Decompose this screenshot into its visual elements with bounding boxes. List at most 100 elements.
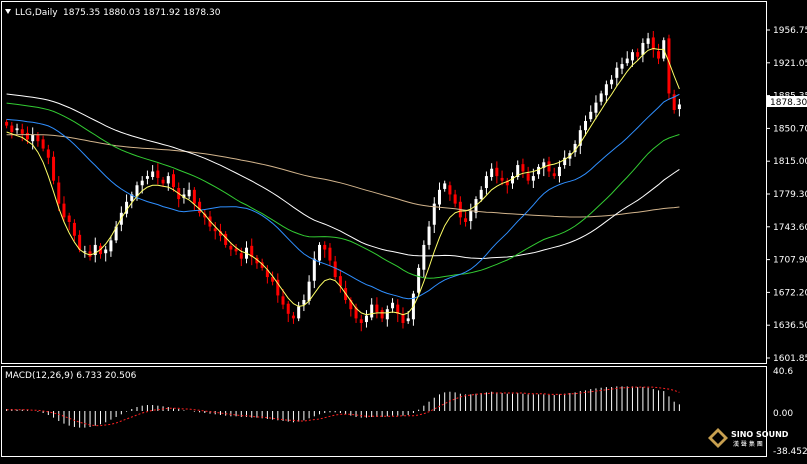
candle — [615, 62, 619, 87]
macd-series — [6, 386, 680, 428]
candle-body — [318, 244, 322, 261]
price-tick-label: 1815.00 — [773, 157, 807, 167]
candle-body — [52, 156, 56, 181]
candle-body — [594, 102, 598, 113]
candle-body — [72, 222, 76, 236]
candle — [547, 156, 551, 177]
candle — [391, 298, 395, 313]
candle — [646, 32, 650, 49]
candle-body — [198, 201, 202, 213]
candle — [537, 164, 541, 179]
macd-signal-line — [6, 386, 680, 427]
price-tick-label: 1956.75 — [773, 26, 807, 36]
candle — [328, 243, 332, 267]
candle — [234, 244, 238, 256]
candle-body — [385, 309, 389, 320]
candle — [255, 255, 259, 269]
candle-body — [370, 304, 374, 318]
candle-body — [109, 240, 113, 252]
candle — [93, 237, 97, 263]
candle — [427, 221, 431, 250]
candle — [250, 238, 254, 266]
candle — [505, 177, 509, 194]
candle-body — [10, 125, 14, 133]
candle — [276, 273, 280, 303]
candle-body — [57, 182, 61, 204]
price-tick-label: 1672.20 — [773, 288, 807, 298]
candle — [375, 297, 379, 319]
candle-body — [312, 258, 316, 281]
candle — [224, 231, 228, 248]
candle-body — [500, 177, 504, 181]
candle — [10, 121, 14, 139]
candle-body — [677, 104, 681, 110]
candle — [172, 169, 175, 192]
candle — [578, 125, 582, 155]
candle-body — [380, 310, 384, 319]
ma-yellow-line — [6, 47, 680, 316]
candle — [453, 189, 457, 208]
candle-body — [364, 315, 368, 323]
candle — [15, 123, 19, 134]
ma-blue-line — [6, 93, 680, 300]
candle-body — [328, 247, 332, 261]
candle-body — [615, 67, 619, 78]
candle — [192, 187, 196, 211]
candle-body — [145, 176, 149, 179]
price-tick-label: 1743.60 — [773, 223, 807, 233]
candle-body — [323, 244, 327, 250]
candle — [490, 163, 494, 181]
candle — [589, 105, 593, 122]
candle — [672, 89, 676, 114]
candle — [657, 43, 661, 65]
candle — [5, 119, 9, 129]
logo-subtitle: 漢 聲 集 團 — [733, 440, 763, 448]
candle-body — [422, 244, 426, 270]
candle — [151, 165, 155, 180]
candle — [41, 135, 45, 152]
candle — [72, 219, 76, 242]
candle-body — [213, 228, 217, 232]
macd-tick-label: -38.452 — [773, 447, 807, 457]
candle-body — [333, 261, 337, 278]
candle-body — [464, 218, 468, 222]
candle-body — [239, 253, 243, 259]
candle — [156, 163, 160, 185]
candle-body — [610, 79, 614, 85]
candle-body — [620, 64, 624, 69]
candle — [521, 158, 525, 178]
macd-label: MACD(12,26,9) 6.733 20.506 — [5, 371, 137, 381]
candle-body — [651, 37, 655, 50]
chart-window: LLG,Daily 1875.35 1880.03 1871.92 1878.3… — [0, 0, 807, 460]
candle — [432, 197, 436, 234]
candle — [182, 188, 186, 204]
candle-body — [166, 176, 170, 184]
candle-body — [443, 183, 447, 189]
candle — [114, 221, 118, 244]
candle — [464, 211, 468, 227]
candle — [291, 311, 295, 324]
candle-body — [469, 210, 473, 222]
candle — [98, 243, 102, 259]
ma-white-line — [6, 93, 680, 260]
logo-name: SINO SOUND — [731, 430, 789, 439]
candle — [297, 301, 301, 322]
price-tick-label: 1636.50 — [773, 321, 807, 331]
candle — [568, 150, 572, 166]
candle — [125, 194, 129, 218]
candle-body — [448, 185, 452, 195]
dropdown-triangle-icon[interactable] — [5, 9, 11, 14]
candle — [422, 240, 426, 278]
candle — [145, 170, 149, 185]
candle-body — [307, 281, 311, 301]
candle-body — [46, 149, 50, 158]
candle — [437, 182, 441, 211]
candle-body — [427, 226, 431, 245]
candle-body — [36, 134, 40, 142]
candle-body — [359, 319, 363, 323]
candle-body — [557, 166, 561, 177]
candle — [526, 166, 530, 185]
candle — [46, 144, 50, 165]
candle-body — [599, 93, 603, 102]
current-price-label: 1878.30 — [770, 98, 807, 108]
